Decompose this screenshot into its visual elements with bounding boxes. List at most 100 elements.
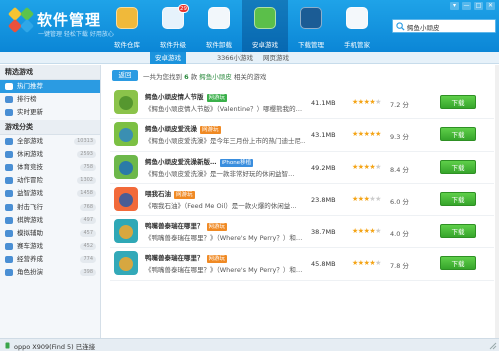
game-icon[interactable] [114,154,138,179]
tab-trash[interactable]: 软件卸载 [196,0,242,52]
sidebar-item[interactable]: 排行榜 [0,93,100,106]
house-icon [5,256,13,264]
back-button[interactable]: 返回 [112,70,138,81]
game-icon[interactable] [114,251,138,276]
sidebar-item-label: 益智游戏 [17,189,43,198]
section-featured-title: 精选游戏 [0,65,100,80]
sidebar-item[interactable]: 益智游戏 1458 [0,187,100,200]
app-title[interactable]: 鳄鱼小顽皮情人节版 网游玩 [145,91,228,102]
rating-stars: ★★★★★ [352,98,381,106]
app-score: 7.2 分 [390,101,409,109]
sidebar-item[interactable]: 动作冒险 1302 [0,174,100,187]
sword-icon [5,177,13,185]
app-tag: 网游玩 [206,255,228,264]
sidebar-item[interactable]: 全部游戏 10313 [0,135,100,148]
minimize-icon[interactable]: — [462,2,471,10]
search-input[interactable]: 鳄鱼小顽皮 [407,22,440,32]
device-status: oppo X909(Find 5) 已连接 [14,343,96,351]
tool-icon [5,229,13,237]
app-description: 《鳄鱼小顽皮爱洗澡》是今年三月份上市的热门迪士尼… [145,137,305,146]
app-title[interactable]: 鳄鱼小顽皮爱洗澡新版… iPhone移植 [145,156,254,167]
app-score: 9.3 分 [390,133,409,142]
game-icon[interactable] [114,186,138,211]
app-name: 鳄鱼小顽皮爱洗澡新版… [145,157,217,166]
download-button[interactable]: 下载 [440,127,476,142]
tab-download[interactable]: 下载管理 [288,0,334,52]
maximize-icon[interactable]: □ [474,2,483,10]
app-row[interactable]: 鸭嘴兽泰瑞在哪里？ 网游玩 《鸭嘴兽泰瑞在哪里？》（Where's My Perry… [110,216,494,249]
star-icon: ★ [375,259,381,268]
item-count-badge: 758 [80,163,96,171]
tab-android[interactable]: 安卓游戏 [242,0,288,52]
sidebar-item[interactable]: 经营养成 774 [0,253,100,266]
sidebar-item-label: 实时更新 [17,108,43,117]
app-name: 喂我石油 [145,189,171,198]
sidebar-item-label: 全部游戏 [17,136,43,145]
download-button[interactable]: 下载 [440,191,476,206]
tab-upgrade[interactable]: 29 软件升级 [150,0,196,52]
result-suffix: 相关的游戏 [233,73,267,81]
download-button[interactable]: 下载 [440,95,476,109]
mask-icon [5,269,13,277]
cards-icon [5,216,13,224]
download-button[interactable]: 下载 [440,159,476,174]
tab-label: 下载管理 [298,41,324,49]
rating-stars: ★★★★★ [352,195,381,203]
main-tabs: 软件仓库 29 软件升级 软件卸载 安卓游戏 下载管理 手机管家 [104,0,380,52]
app-title[interactable]: 鸭嘴兽泰瑞在哪里？ 网游玩 [145,220,228,232]
sidebar-item[interactable]: 休闲游戏 2593 [0,148,100,161]
app-row[interactable]: 喂我石油 网游玩 《喂我石油》（Feed Me Oil）是一款火爆的休闲益… 23.8… [110,184,494,217]
game-icon[interactable] [114,90,138,114]
game-icon-art [119,192,133,207]
sidebar-item[interactable]: 实时更新 [0,106,100,119]
logo-icon [8,7,34,33]
resize-grip-icon[interactable] [489,342,497,350]
search-box[interactable]: 鳄鱼小顽皮 [392,19,496,33]
sidebar-item[interactable]: 角色扮演 398 [0,266,100,279]
close-icon[interactable]: ✕ [486,2,495,10]
app-title[interactable]: 鳄鱼小顽皮爱洗澡 网游玩 [145,123,221,135]
app-list: 鳄鱼小顽皮情人节版 网游玩 《鳄鱼小顽皮情人节版》（Valentine？）哪樱熊我的… [110,87,494,281]
scrollbar[interactable] [495,65,499,338]
search-icon[interactable] [396,22,405,31]
sidebar-item[interactable]: 赛车游戏 452 [0,240,100,253]
app-row[interactable]: 鳄鱼小顽皮爱洗澡新版… iPhone移植 《鳄鱼小顽皮爱洗澡》是一款非常好玩的休闲益… [110,152,494,184]
disc-icon [116,7,138,29]
menu-icon[interactable]: ▾ [450,2,459,10]
star-icon: ★ [375,130,381,139]
app-title[interactable]: 喂我石油 网游玩 [145,188,195,199]
sidebar-item[interactable]: 热门推荐 [0,80,100,94]
app-row[interactable]: 鸭嘴兽泰瑞在哪里？ 网游玩 《鸭嘴兽泰瑞在哪里？》（Where's My Perry… [110,248,494,281]
grid-icon [5,137,13,145]
app-score: 7.8 分 [390,262,409,271]
app-row[interactable]: 鳄鱼小顽皮爱洗澡 网游玩 《鳄鱼小顽皮爱洗澡》是今年三月份上市的热门迪士尼… 43.1… [110,119,494,152]
item-count-badge: 768 [80,203,96,211]
tab-label: 手机管家 [344,41,370,49]
update-count-badge: 29 [178,4,189,13]
app-size: 45.8MB [311,260,336,269]
result-count: 6 [184,73,189,81]
rating-stars: ★★★★★ [352,163,381,171]
sidebar-item[interactable]: 棋牌游戏 497 [0,214,100,227]
sidebar-item[interactable]: 体育竞技 758 [0,161,100,174]
result-unit: 款 [190,73,198,81]
game-icon[interactable] [114,219,138,244]
item-count-badge: 452 [80,243,96,251]
item-count-badge: 497 [80,216,96,224]
app-row[interactable]: 鳄鱼小顽皮情人节版 网游玩 《鳄鱼小顽皮情人节版》（Valentine？）哪樱熊我的… [110,87,494,120]
subtab-web-games[interactable]: 网页游戏 [258,52,294,64]
sidebar-item-label: 棋牌游戏 [17,215,43,224]
subtab-3366-games[interactable]: 3366小游戏 [212,52,258,64]
sidebar-item[interactable]: 模拟辅助 457 [0,227,100,240]
puzzle-icon [5,190,13,198]
tab-disc[interactable]: 软件仓库 [104,0,150,52]
app-title[interactable]: 鸭嘴兽泰瑞在哪里？ 网游玩 [145,252,228,264]
tab-shield[interactable]: 手机管家 [334,0,380,52]
trash-icon [208,7,230,29]
sidebar-item[interactable]: 射击飞行 768 [0,201,100,214]
game-icon-art [119,128,133,143]
subtab-android-games[interactable]: 安卓游戏 [150,52,186,64]
game-icon[interactable] [114,122,138,147]
download-button[interactable]: 下载 [440,224,476,239]
download-button[interactable]: 下载 [440,256,476,271]
